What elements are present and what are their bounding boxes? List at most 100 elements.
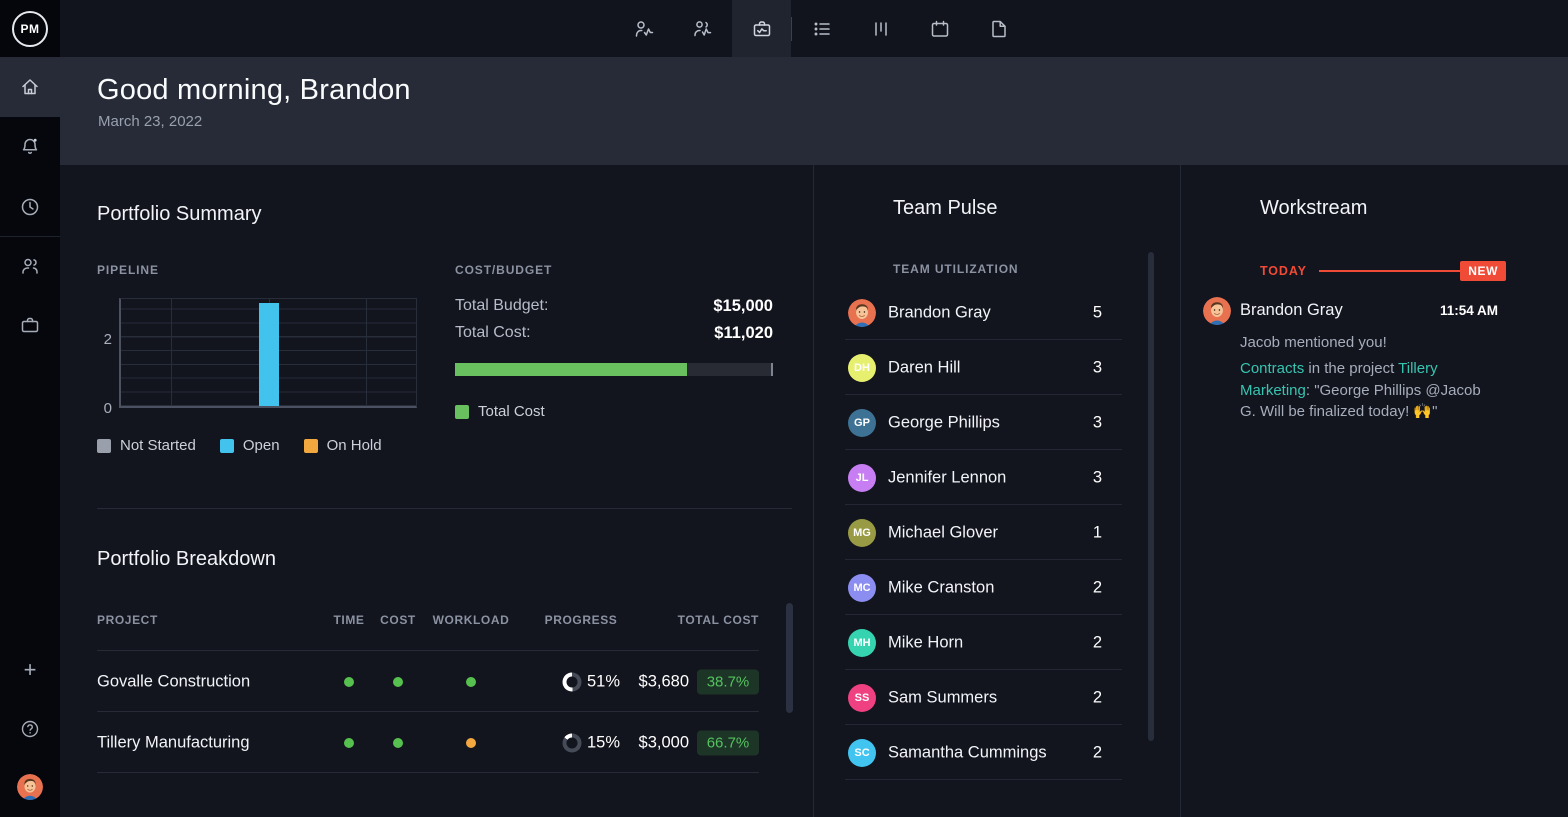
- total-cost-value: $11,020: [714, 324, 773, 343]
- columns-icon: [870, 18, 892, 40]
- legend-label: Not Started: [120, 437, 196, 454]
- workstream-author-avatar: [1203, 297, 1231, 325]
- cartoon-avatar: [17, 774, 43, 800]
- portfolio-summary-title: Portfolio Summary: [97, 203, 262, 226]
- sidebar-item-notifications[interactable]: [0, 116, 60, 176]
- legend-item: On Hold: [304, 437, 382, 454]
- member-avatar: [848, 299, 876, 327]
- workload-status-dot: [466, 677, 476, 687]
- col-header-total-cost: TOTAL COST: [569, 613, 759, 627]
- tab-calendar[interactable]: [910, 0, 969, 57]
- top-bar: PM: [0, 0, 1568, 57]
- workstream-timeline: TODAY NEW: [1260, 261, 1506, 281]
- help-icon: [19, 718, 41, 740]
- sidebar: +: [0, 57, 60, 817]
- project-name: Tillery Manufacturing: [97, 733, 250, 752]
- pipeline-label: PIPELINE: [97, 263, 159, 277]
- tab-team[interactable]: [673, 0, 732, 57]
- tab-my-work[interactable]: [614, 0, 673, 57]
- top-navigation: [614, 0, 1028, 57]
- page-title: Good morning, Brandon: [97, 74, 411, 107]
- member-task-count: 1: [1042, 523, 1102, 542]
- tab-task-list[interactable]: [792, 0, 851, 57]
- member-task-count: 3: [1042, 413, 1102, 432]
- cost-progress-fill: [455, 363, 687, 376]
- member-avatar: MG: [848, 519, 876, 547]
- legend-label: On Hold: [327, 437, 382, 454]
- tab-portfolio[interactable]: [732, 0, 791, 57]
- member-task-count: 5: [1042, 303, 1102, 322]
- team-pulse-title: Team Pulse: [893, 197, 998, 220]
- workstream-panel: Workstream TODAY NEW Brandon Gray 11:54 …: [1180, 165, 1568, 817]
- cost-legend: Total Cost: [455, 403, 545, 420]
- team-member-row[interactable]: MG Michael Glover 1: [813, 505, 1180, 560]
- total-budget-value: $15,000: [713, 297, 773, 316]
- calendar-icon: [929, 18, 951, 40]
- tab-board[interactable]: [851, 0, 910, 57]
- team-member-row[interactable]: GP George Phillips 3: [813, 395, 1180, 450]
- sidebar-item-home[interactable]: [0, 57, 60, 117]
- member-name: Sam Summers: [888, 688, 997, 707]
- person-activity-icon: [633, 18, 655, 40]
- message-text: ": [1432, 403, 1437, 420]
- project-row[interactable]: Tillery Manufacturing 15% $3,000 66.7%: [60, 712, 813, 773]
- sidebar-item-add[interactable]: +: [0, 640, 60, 700]
- section-divider: [97, 508, 792, 509]
- main-content: Portfolio Summary PIPELINE 2 0 Not Start…: [60, 165, 1568, 817]
- project-row[interactable]: Govalle Construction 51% $3,680 38.7%: [60, 651, 813, 712]
- member-task-count: 3: [1042, 358, 1102, 377]
- portfolio-panel: Portfolio Summary PIPELINE 2 0 Not Start…: [60, 165, 813, 817]
- team-member-row[interactable]: MH Mike Horn 2: [813, 615, 1180, 670]
- list-icon: [811, 18, 833, 40]
- open-projects-bar[interactable]: [259, 303, 279, 406]
- member-task-count: 2: [1042, 688, 1102, 707]
- legend-swatch: [304, 439, 318, 453]
- col-header-project: PROJECT: [97, 613, 158, 627]
- header-band: Good morning, Brandon March 23, 2022: [60, 57, 1568, 165]
- cost-budget-label: COST/BUDGET: [455, 263, 773, 277]
- bell-icon: [19, 135, 41, 157]
- col-header-workload: WORKLOAD: [433, 613, 510, 627]
- sidebar-item-help[interactable]: [0, 699, 60, 759]
- workstream-author[interactable]: Brandon Gray: [1240, 301, 1343, 320]
- member-avatar: MH: [848, 629, 876, 657]
- y-axis-tick: 2: [104, 331, 112, 348]
- message-link[interactable]: Contracts: [1240, 360, 1304, 377]
- tab-files[interactable]: [969, 0, 1028, 57]
- sidebar-item-time[interactable]: [0, 177, 60, 237]
- member-name: Mike Cranston: [888, 578, 994, 597]
- team-member-row[interactable]: MC Mike Cranston 2: [813, 560, 1180, 615]
- member-task-count: 2: [1042, 633, 1102, 652]
- sidebar-item-team[interactable]: [0, 236, 60, 296]
- member-avatar: MC: [848, 574, 876, 602]
- time-status-dot: [344, 738, 354, 748]
- team-member-row[interactable]: SC Samantha Cummings 2: [813, 725, 1180, 780]
- sidebar-item-profile[interactable]: [0, 757, 60, 817]
- member-name: Brandon Gray: [888, 303, 991, 322]
- total-budget-label: Total Budget:: [455, 297, 548, 316]
- table-scrollbar[interactable]: [786, 603, 793, 713]
- cost-status-dot: [393, 738, 403, 748]
- team-member-row[interactable]: JL Jennifer Lennon 3: [813, 450, 1180, 505]
- cost-budget-section: COST/BUDGET Total Budget: $15,000 Total …: [455, 263, 773, 277]
- legend-item: Open: [220, 437, 280, 454]
- team-member-row[interactable]: Brandon Gray 5: [813, 285, 1180, 340]
- cartoon-avatar: [848, 299, 876, 327]
- clock-icon: [19, 196, 41, 218]
- legend-swatch: [220, 439, 234, 453]
- new-badge: NEW: [1460, 261, 1506, 281]
- team-member-row[interactable]: DH Daren Hill 3: [813, 340, 1180, 395]
- message-text: in the project: [1304, 360, 1398, 377]
- total-cost-row: Total Cost: $11,020: [455, 324, 773, 343]
- member-name: Jennifer Lennon: [888, 468, 1006, 487]
- team-list-scrollbar[interactable]: [1148, 252, 1154, 741]
- workstream-timestamp: 11:54 AM: [1398, 303, 1498, 318]
- team-member-row[interactable]: SS Sam Summers 2: [813, 670, 1180, 725]
- budget-percent-badge: 38.7%: [697, 669, 759, 694]
- sidebar-item-portfolio[interactable]: [0, 295, 60, 355]
- logo-cell[interactable]: PM: [0, 0, 60, 57]
- workstream-message: Contracts in the project Tillery Marketi…: [1240, 358, 1498, 423]
- team-activity-icon: [692, 18, 714, 40]
- member-avatar: SC: [848, 739, 876, 767]
- portfolio-activity-icon: [751, 18, 773, 40]
